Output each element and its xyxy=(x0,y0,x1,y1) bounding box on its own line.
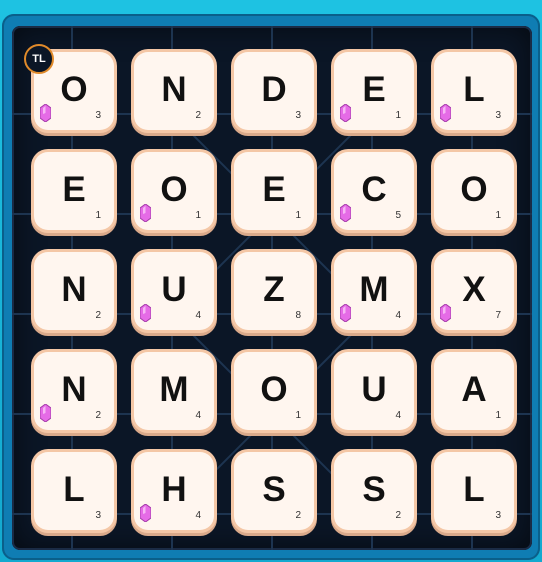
gem-icon xyxy=(140,304,151,322)
gem-icon xyxy=(340,104,351,122)
tile-letter: O xyxy=(160,170,188,209)
tile-letter: O xyxy=(460,170,488,209)
letter-tile[interactable]: O1 xyxy=(434,152,514,230)
tile-letter: N xyxy=(161,70,187,109)
tile-letter: L xyxy=(463,470,485,509)
tile-score: 7 xyxy=(495,310,501,321)
letter-tile[interactable]: D3 xyxy=(234,52,314,130)
tile-letter: M xyxy=(159,370,189,409)
tile-score: 4 xyxy=(395,410,401,421)
tile-score: 1 xyxy=(295,210,301,221)
tile-score: 5 xyxy=(395,210,401,221)
gem-icon xyxy=(140,504,151,522)
tile-score: 2 xyxy=(195,110,201,121)
tile-score: 1 xyxy=(495,210,501,221)
tile-score: 1 xyxy=(95,210,101,221)
tile-score: 2 xyxy=(95,310,101,321)
tile-letter: Z xyxy=(263,270,285,309)
letter-tile[interactable]: L3 xyxy=(434,52,514,130)
tile-letter: N xyxy=(61,270,87,309)
game-screen: O3N2D3E1L3E1O1E1C5O1N2U4Z8M4X7N2M4O1U4A1… xyxy=(0,0,542,562)
letter-tile[interactable]: X7 xyxy=(434,252,514,330)
tile-score: 1 xyxy=(295,410,301,421)
tile-score: 2 xyxy=(395,510,401,521)
gem-icon xyxy=(40,104,51,122)
letter-tile[interactable]: M4 xyxy=(334,252,414,330)
letter-tile[interactable]: H4 xyxy=(134,452,214,530)
tile-score: 3 xyxy=(495,510,501,521)
tile-score: 1 xyxy=(495,410,501,421)
gem-icon xyxy=(440,304,451,322)
tile-score: 4 xyxy=(195,510,201,521)
tile-letter: L xyxy=(63,470,85,509)
tile-letter: A xyxy=(461,370,487,409)
tile-score: 2 xyxy=(95,410,101,421)
tile-score: 1 xyxy=(195,210,201,221)
tile-letter: E xyxy=(262,170,286,209)
letter-tile[interactable]: N2 xyxy=(34,252,114,330)
letter-tile[interactable]: N2 xyxy=(34,352,114,430)
tile-letter: U xyxy=(161,270,187,309)
gem-icon xyxy=(140,204,151,222)
letter-tile[interactable]: O1 xyxy=(234,352,314,430)
letter-tile[interactable]: M4 xyxy=(134,352,214,430)
gem-icon xyxy=(340,304,351,322)
letter-tile[interactable]: L3 xyxy=(434,452,514,530)
tile-score: 4 xyxy=(395,310,401,321)
letter-tile[interactable]: U4 xyxy=(334,352,414,430)
letter-tile[interactable]: S2 xyxy=(334,452,414,530)
letter-tile[interactable]: E1 xyxy=(234,152,314,230)
tile-letter: N xyxy=(61,370,87,409)
tile-score: 4 xyxy=(195,310,201,321)
letter-tile[interactable]: O1 xyxy=(134,152,214,230)
tile-letter: X xyxy=(462,270,486,309)
letter-tile[interactable]: E1 xyxy=(34,152,114,230)
tile-letter: L xyxy=(463,70,485,109)
tile-letter: H xyxy=(161,470,187,509)
tile-letter: S xyxy=(362,470,386,509)
letter-tile[interactable]: A1 xyxy=(434,352,514,430)
letter-tile[interactable]: E1 xyxy=(334,52,414,130)
letter-tile[interactable]: S2 xyxy=(234,452,314,530)
tile-letter: U xyxy=(361,370,387,409)
tile-letter: O xyxy=(260,370,288,409)
triple-letter-badge: TL xyxy=(24,44,54,74)
tile-score: 1 xyxy=(395,110,401,121)
gem-icon xyxy=(440,104,451,122)
tile-letter: M xyxy=(359,270,389,309)
letter-tile[interactable]: N2 xyxy=(134,52,214,130)
tile-letter: O xyxy=(60,70,88,109)
gem-icon xyxy=(40,404,51,422)
tile-letter: D xyxy=(261,70,287,109)
letter-tile[interactable]: Z8 xyxy=(234,252,314,330)
tile-letter: E xyxy=(362,70,386,109)
tile-score: 8 xyxy=(295,310,301,321)
letter-tile[interactable]: C5 xyxy=(334,152,414,230)
tile-letter: C xyxy=(361,170,387,209)
tile-score: 3 xyxy=(95,110,101,121)
letter-board: O3N2D3E1L3E1O1E1C5O1N2U4Z8M4X7N2M4O1U4A1… xyxy=(12,26,532,550)
tile-letter: E xyxy=(62,170,86,209)
tile-score: 2 xyxy=(295,510,301,521)
tile-score: 3 xyxy=(95,510,101,521)
tile-letter: S xyxy=(262,470,286,509)
tile-score: 3 xyxy=(495,110,501,121)
letter-tile[interactable]: U4 xyxy=(134,252,214,330)
letter-tile[interactable]: L3 xyxy=(34,452,114,530)
gem-icon xyxy=(340,204,351,222)
tile-score: 4 xyxy=(195,410,201,421)
tile-score: 3 xyxy=(295,110,301,121)
